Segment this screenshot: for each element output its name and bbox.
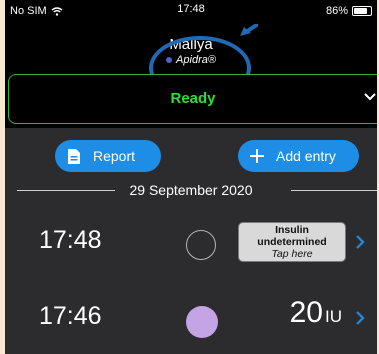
insulin-undetermined-button[interactable]: Insulin undetermined Tap here [238, 222, 346, 262]
empty-dose-circle-icon [186, 230, 216, 260]
add-entry-button[interactable]: Add entry [238, 140, 359, 172]
battery-icon [352, 6, 372, 16]
chevron-right-icon[interactable] [355, 234, 365, 250]
insulin-line2: undetermined [257, 236, 327, 248]
battery-percent: 86% [325, 5, 348, 17]
app-screen: No SIM 17:48 86% Mallya Apidra® Ready Re… [5, 0, 377, 354]
report-button[interactable]: Report [55, 140, 161, 172]
document-icon [68, 148, 80, 164]
status-time: 17:48 [177, 3, 205, 15]
chevron-down-icon [364, 93, 376, 101]
date-divider-right [291, 190, 377, 191]
log-entry[interactable]: 17:46 20 IU [5, 288, 377, 348]
profile-header[interactable]: Mallya Apidra® [5, 24, 377, 100]
log-content: Report Add entry 29 September 2020 17:48… [5, 128, 377, 354]
status-right: 86% [326, 5, 372, 17]
dose-amount: 20 IU [258, 296, 342, 330]
log-entry[interactable]: 17:48 Insulin undetermined Tap here [5, 212, 377, 272]
arrow-annotation-icon [240, 24, 258, 36]
dose-circle-icon [186, 306, 218, 338]
report-label: Report [93, 148, 136, 164]
add-entry-label: Add entry [276, 148, 336, 164]
insulin-hint: Tap here [271, 248, 313, 260]
entry-time: 17:48 [39, 226, 102, 254]
status-bar: No SIM 17:48 86% [5, 0, 377, 22]
entry-time: 17:46 [39, 302, 102, 330]
plus-icon [250, 149, 264, 163]
insulin-line1: Insulin [275, 224, 309, 236]
dose-value: 20 [289, 296, 323, 329]
chevron-right-icon[interactable] [355, 310, 365, 326]
dose-unit: IU [325, 307, 342, 326]
ready-label: Ready [170, 90, 216, 107]
date-separator: 29 September 2020 [5, 180, 377, 200]
status-dropdown[interactable]: Ready [8, 74, 377, 124]
